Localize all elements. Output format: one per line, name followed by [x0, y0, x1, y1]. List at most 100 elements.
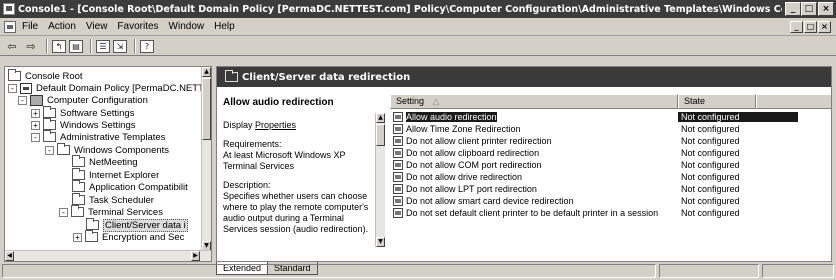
details-pane: Client/Server data redirection Allow aud…	[216, 66, 832, 262]
setting-name: Do not allow client printer redirection	[406, 136, 552, 146]
list-item[interactable]: Do not allow LPT port redirection Not co…	[390, 183, 831, 195]
document-menu-icon[interactable]	[4, 20, 16, 33]
tree-item-console-root[interactable]: Console Root	[8, 69, 83, 82]
tree-scroll-thumb[interactable]	[202, 78, 211, 140]
sort-ascending-icon: △	[432, 96, 440, 106]
tree-item-application-compatibility[interactable]: Application Compatibilit	[72, 180, 188, 193]
folder-icon	[43, 118, 56, 130]
tree-label: NetMeeting	[89, 156, 138, 168]
expand-toggle[interactable]: +	[31, 108, 40, 118]
column-header-state[interactable]: State	[678, 94, 756, 109]
tree-label: Encryption and Sec	[102, 231, 185, 243]
tree-item-client-server-data[interactable]: Client/Server data i	[86, 218, 188, 232]
tree-label: Administrative Templates	[60, 131, 166, 143]
tree-item-netmeeting[interactable]: NetMeeting	[72, 155, 138, 168]
maximize-button[interactable]: □	[801, 2, 817, 16]
tree-item-administrative-templates[interactable]: - Administrative Templates	[31, 130, 166, 143]
collapse-toggle[interactable]: -	[59, 207, 68, 217]
minimize-button[interactable]: _	[785, 2, 801, 16]
tree-item-computer-configuration[interactable]: - Computer Configuration	[18, 94, 148, 106]
settings-list[interactable]: Setting △ State Allow audio redirection …	[390, 94, 831, 254]
tree-label: Application Compatibilit	[89, 181, 188, 193]
tree-item-encryption-and-security[interactable]: + Encryption and Sec	[73, 230, 185, 243]
child-close-button[interactable]: ×	[818, 21, 831, 33]
help-icon[interactable]: ?	[140, 39, 154, 53]
expand-toggle[interactable]: +	[73, 232, 82, 242]
tree-label: Task Scheduler	[89, 194, 154, 206]
list-item[interactable]: Do not allow client printer redirection …	[390, 135, 831, 147]
properties-link[interactable]: Properties	[255, 120, 296, 130]
tree-item-terminal-services[interactable]: - Terminal Services	[59, 205, 163, 218]
list-item[interactable]: Allow audio redirection Not configured	[390, 111, 831, 123]
setting-title: Allow audio redirection	[223, 97, 334, 108]
expand-toggle[interactable]: +	[31, 120, 40, 130]
description-line-1: Specifies whether users can choose	[223, 191, 368, 201]
open-folder-icon	[86, 218, 99, 230]
tree-label: Computer Configuration	[47, 94, 148, 106]
policy-setting-icon	[393, 196, 403, 206]
tree-item-default-domain-policy[interactable]: - Default Domain Policy [PermaDC.NETTE	[8, 82, 210, 94]
properties-icon[interactable]: ☰	[96, 39, 110, 53]
tree-horizontal-scrollbar[interactable]: ◀ ▶	[5, 250, 211, 261]
menu-favorites[interactable]: Favorites	[117, 21, 158, 32]
folder-icon	[72, 168, 85, 180]
column-header-setting[interactable]: Setting △	[390, 94, 678, 109]
mmc-window: Console1 - [Console Root\Default Domain …	[0, 0, 836, 280]
computer-icon	[30, 94, 43, 106]
requirements-label: Requirements:	[223, 139, 282, 149]
list-item[interactable]: Do not allow clipboard redirection Not c…	[390, 147, 831, 159]
tree-label: Terminal Services	[88, 206, 163, 218]
menu-window[interactable]: Window	[169, 21, 205, 32]
description-scrollbar[interactable]: ▲ ▼	[375, 113, 385, 247]
close-button[interactable]: ×	[818, 2, 834, 16]
details-header: Client/Server data redirection	[217, 67, 831, 87]
scroll-right-arrow-icon[interactable]: ▶	[191, 251, 200, 261]
export-list-icon[interactable]: ⇲	[113, 39, 127, 53]
console-tree[interactable]: Console Root - Default Domain Policy [Pe…	[4, 66, 212, 262]
collapse-toggle[interactable]: -	[18, 95, 27, 105]
menu-action[interactable]: Action	[48, 21, 76, 32]
tree-item-windows-components[interactable]: - Windows Components	[45, 143, 169, 156]
scroll-left-arrow-icon[interactable]: ◀	[5, 251, 14, 261]
collapse-toggle[interactable]: -	[31, 132, 40, 142]
tree-vertical-scrollbar[interactable]: ▲ ▼	[201, 67, 211, 251]
list-item[interactable]: Do not allow drive redirection Not confi…	[390, 171, 831, 183]
window-title: Console1 - [Console Root\Default Domain …	[18, 3, 782, 15]
list-item[interactable]: Do not set default client printer to be …	[390, 207, 831, 219]
scroll-up-arrow-icon[interactable]: ▲	[376, 113, 385, 123]
menu-file[interactable]: File	[22, 21, 38, 32]
description-scroll-thumb[interactable]	[376, 124, 385, 146]
description-line-2: where to play the remote computer's	[223, 202, 369, 212]
setting-name: Do not allow LPT port redirection	[406, 184, 537, 194]
setting-name: Do not set default client printer to be …	[406, 208, 659, 218]
up-folder-icon[interactable]: ↰	[52, 39, 66, 53]
display-properties-line: Display Properties	[223, 120, 383, 131]
status-cell-main	[2, 264, 656, 278]
tree-item-task-scheduler[interactable]: Task Scheduler	[72, 193, 154, 206]
forward-arrow-icon[interactable]: ⇨	[23, 39, 39, 54]
list-item[interactable]: Allow Time Zone Redirection Not configur…	[390, 123, 831, 135]
list-item[interactable]: Do not allow COM port redirection Not co…	[390, 159, 831, 171]
description-label: Description:	[223, 180, 271, 190]
setting-name: Do not allow smart card device redirecti…	[406, 196, 574, 206]
setting-state: Not configured	[681, 124, 740, 134]
policy-setting-icon	[393, 160, 403, 170]
console-app-icon[interactable]	[3, 3, 15, 15]
scroll-up-arrow-icon[interactable]: ▲	[202, 67, 211, 77]
collapse-toggle[interactable]: -	[8, 83, 17, 93]
folder-icon	[225, 70, 238, 82]
child-minimize-button[interactable]: _	[790, 21, 803, 33]
back-arrow-icon[interactable]: ⇦	[4, 39, 20, 54]
tree-item-internet-explorer[interactable]: Internet Explorer	[72, 168, 159, 181]
setting-state: Not configured	[681, 184, 740, 194]
tree-label: Client/Server data i	[103, 218, 188, 232]
policy-setting-icon	[393, 112, 403, 122]
description-line-3: audio output during a Terminal	[223, 213, 344, 223]
menu-view[interactable]: View	[86, 21, 108, 32]
scroll-down-arrow-icon[interactable]: ▼	[376, 237, 385, 247]
list-item[interactable]: Do not allow smart card device redirecti…	[390, 195, 831, 207]
child-restore-button[interactable]: □	[804, 21, 817, 33]
collapse-toggle[interactable]: -	[45, 145, 54, 155]
menu-help[interactable]: Help	[214, 21, 235, 32]
show-tree-icon[interactable]: ▤	[69, 39, 83, 53]
